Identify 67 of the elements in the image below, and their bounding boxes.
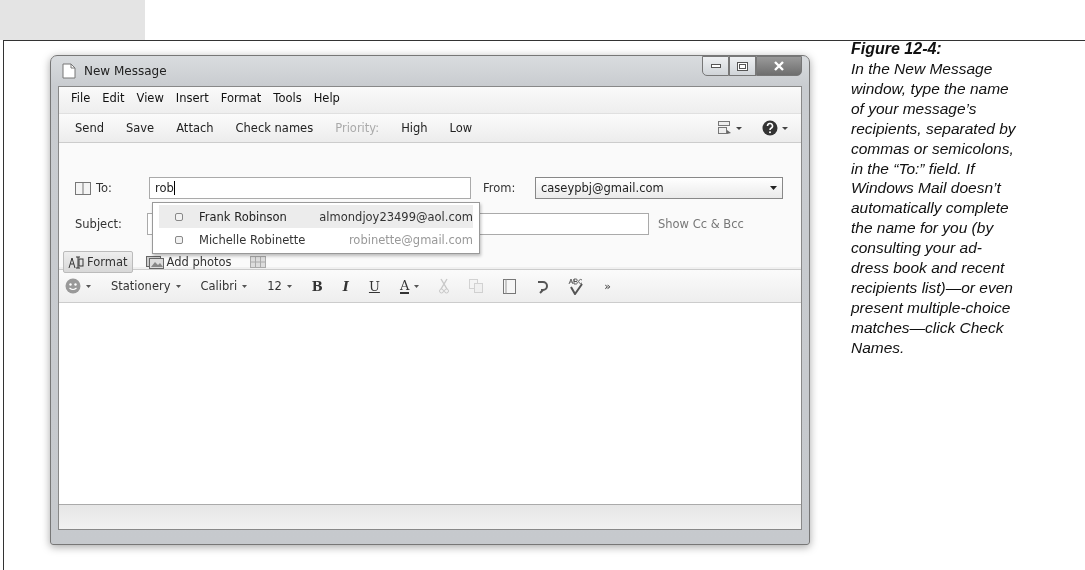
dropdown-arrow-icon (770, 186, 777, 190)
close-button[interactable] (756, 56, 802, 76)
grid-icon (249, 256, 266, 268)
caret-icon (286, 284, 292, 288)
from-label: From: (483, 181, 517, 195)
menu-item[interactable]: View (130, 91, 170, 109)
layout-icon (718, 121, 732, 135)
toolbar-button[interactable]: Send (69, 119, 110, 137)
caret-icon (782, 126, 788, 130)
scissors-icon (439, 278, 450, 294)
underline-button[interactable]: U (364, 276, 384, 296)
contact-icon (175, 212, 183, 221)
square-icon (503, 278, 517, 294)
copy-icon (469, 279, 484, 293)
contact-email: almondjoy23499@aol.com (319, 209, 473, 224)
italic-button[interactable]: I (338, 276, 353, 296)
contact-name: Frank Robinson (199, 209, 288, 224)
font-dropdown[interactable]: Calibri (196, 277, 252, 295)
show-cc-bcc-link[interactable]: Show Cc & Bcc (658, 217, 744, 231)
toolbar-button[interactable]: Save (119, 119, 161, 137)
address-book-icon[interactable] (75, 181, 91, 195)
figure-title: Figure 12-4: (851, 39, 943, 59)
message-body-field[interactable] (59, 303, 801, 504)
font-dropdown[interactable]: Stationery (107, 277, 185, 295)
subject-label: Subject: (75, 217, 123, 231)
more-button[interactable]: » (600, 277, 616, 295)
suggestion-item[interactable]: Michelle Robinette robinette@gmail.com (159, 228, 473, 251)
smiley-icon (65, 278, 81, 294)
maximize-button[interactable] (729, 56, 756, 76)
caret-icon (736, 126, 742, 130)
minimize-button[interactable] (702, 56, 729, 76)
menu-item[interactable]: File (65, 91, 97, 109)
menu-item[interactable]: Help (307, 91, 346, 109)
document-icon (62, 63, 76, 79)
caret-icon (175, 284, 181, 288)
caret-icon (414, 284, 420, 288)
menu-item[interactable]: Format (214, 91, 268, 109)
maximize-icon (737, 61, 748, 71)
suggestion-item[interactable]: Frank Robinson almondjoy23499@aol.com (159, 205, 473, 228)
figure-caption: In the New Message window, type the name of your message’s recipients, separated by commas or semicolons, in the “To:” field. If Windows Mail doesn’t automatically complete the name for you (by consulting your ad- dress book and recent recipients list)—or even present multiple-choice matches—click Check Names. (851, 59, 1016, 358)
format-button[interactable]: Format (63, 251, 133, 273)
minimize-icon (710, 64, 721, 68)
menu-item[interactable]: Insert (169, 91, 215, 109)
layout-menu-button[interactable] (715, 119, 745, 137)
help-icon (762, 120, 778, 136)
toolbar-button[interactable]: High (395, 119, 434, 137)
window-title: New Message (84, 64, 167, 78)
text-format-icon (68, 255, 84, 269)
bold-button[interactable]: B (307, 276, 327, 296)
undo-icon (536, 278, 549, 294)
toolbar-button[interactable]: Low (443, 119, 479, 137)
contact-email: robinette@gmail.com (348, 232, 473, 247)
caret-icon (86, 284, 91, 288)
spell-check-icon (568, 277, 585, 295)
toolbar-button[interactable]: Attach (170, 119, 220, 137)
toolbar-button[interactable]: Check names (229, 119, 320, 137)
menu-item[interactable]: Edit (96, 91, 131, 109)
font-dropdown[interactable]: 12 (263, 277, 296, 295)
from-dropdown[interactable]: caseypbj@gmail.com (535, 177, 783, 199)
menu-item[interactable]: Tools (267, 91, 308, 109)
to-label: To: (96, 181, 112, 195)
contact-icon (175, 235, 183, 244)
font-color-button[interactable]: A (395, 276, 424, 296)
contact-name: Michelle Robinette (199, 232, 307, 247)
to-field[interactable]: rob (149, 177, 471, 199)
close-icon (774, 61, 784, 71)
caret-icon (242, 284, 248, 288)
